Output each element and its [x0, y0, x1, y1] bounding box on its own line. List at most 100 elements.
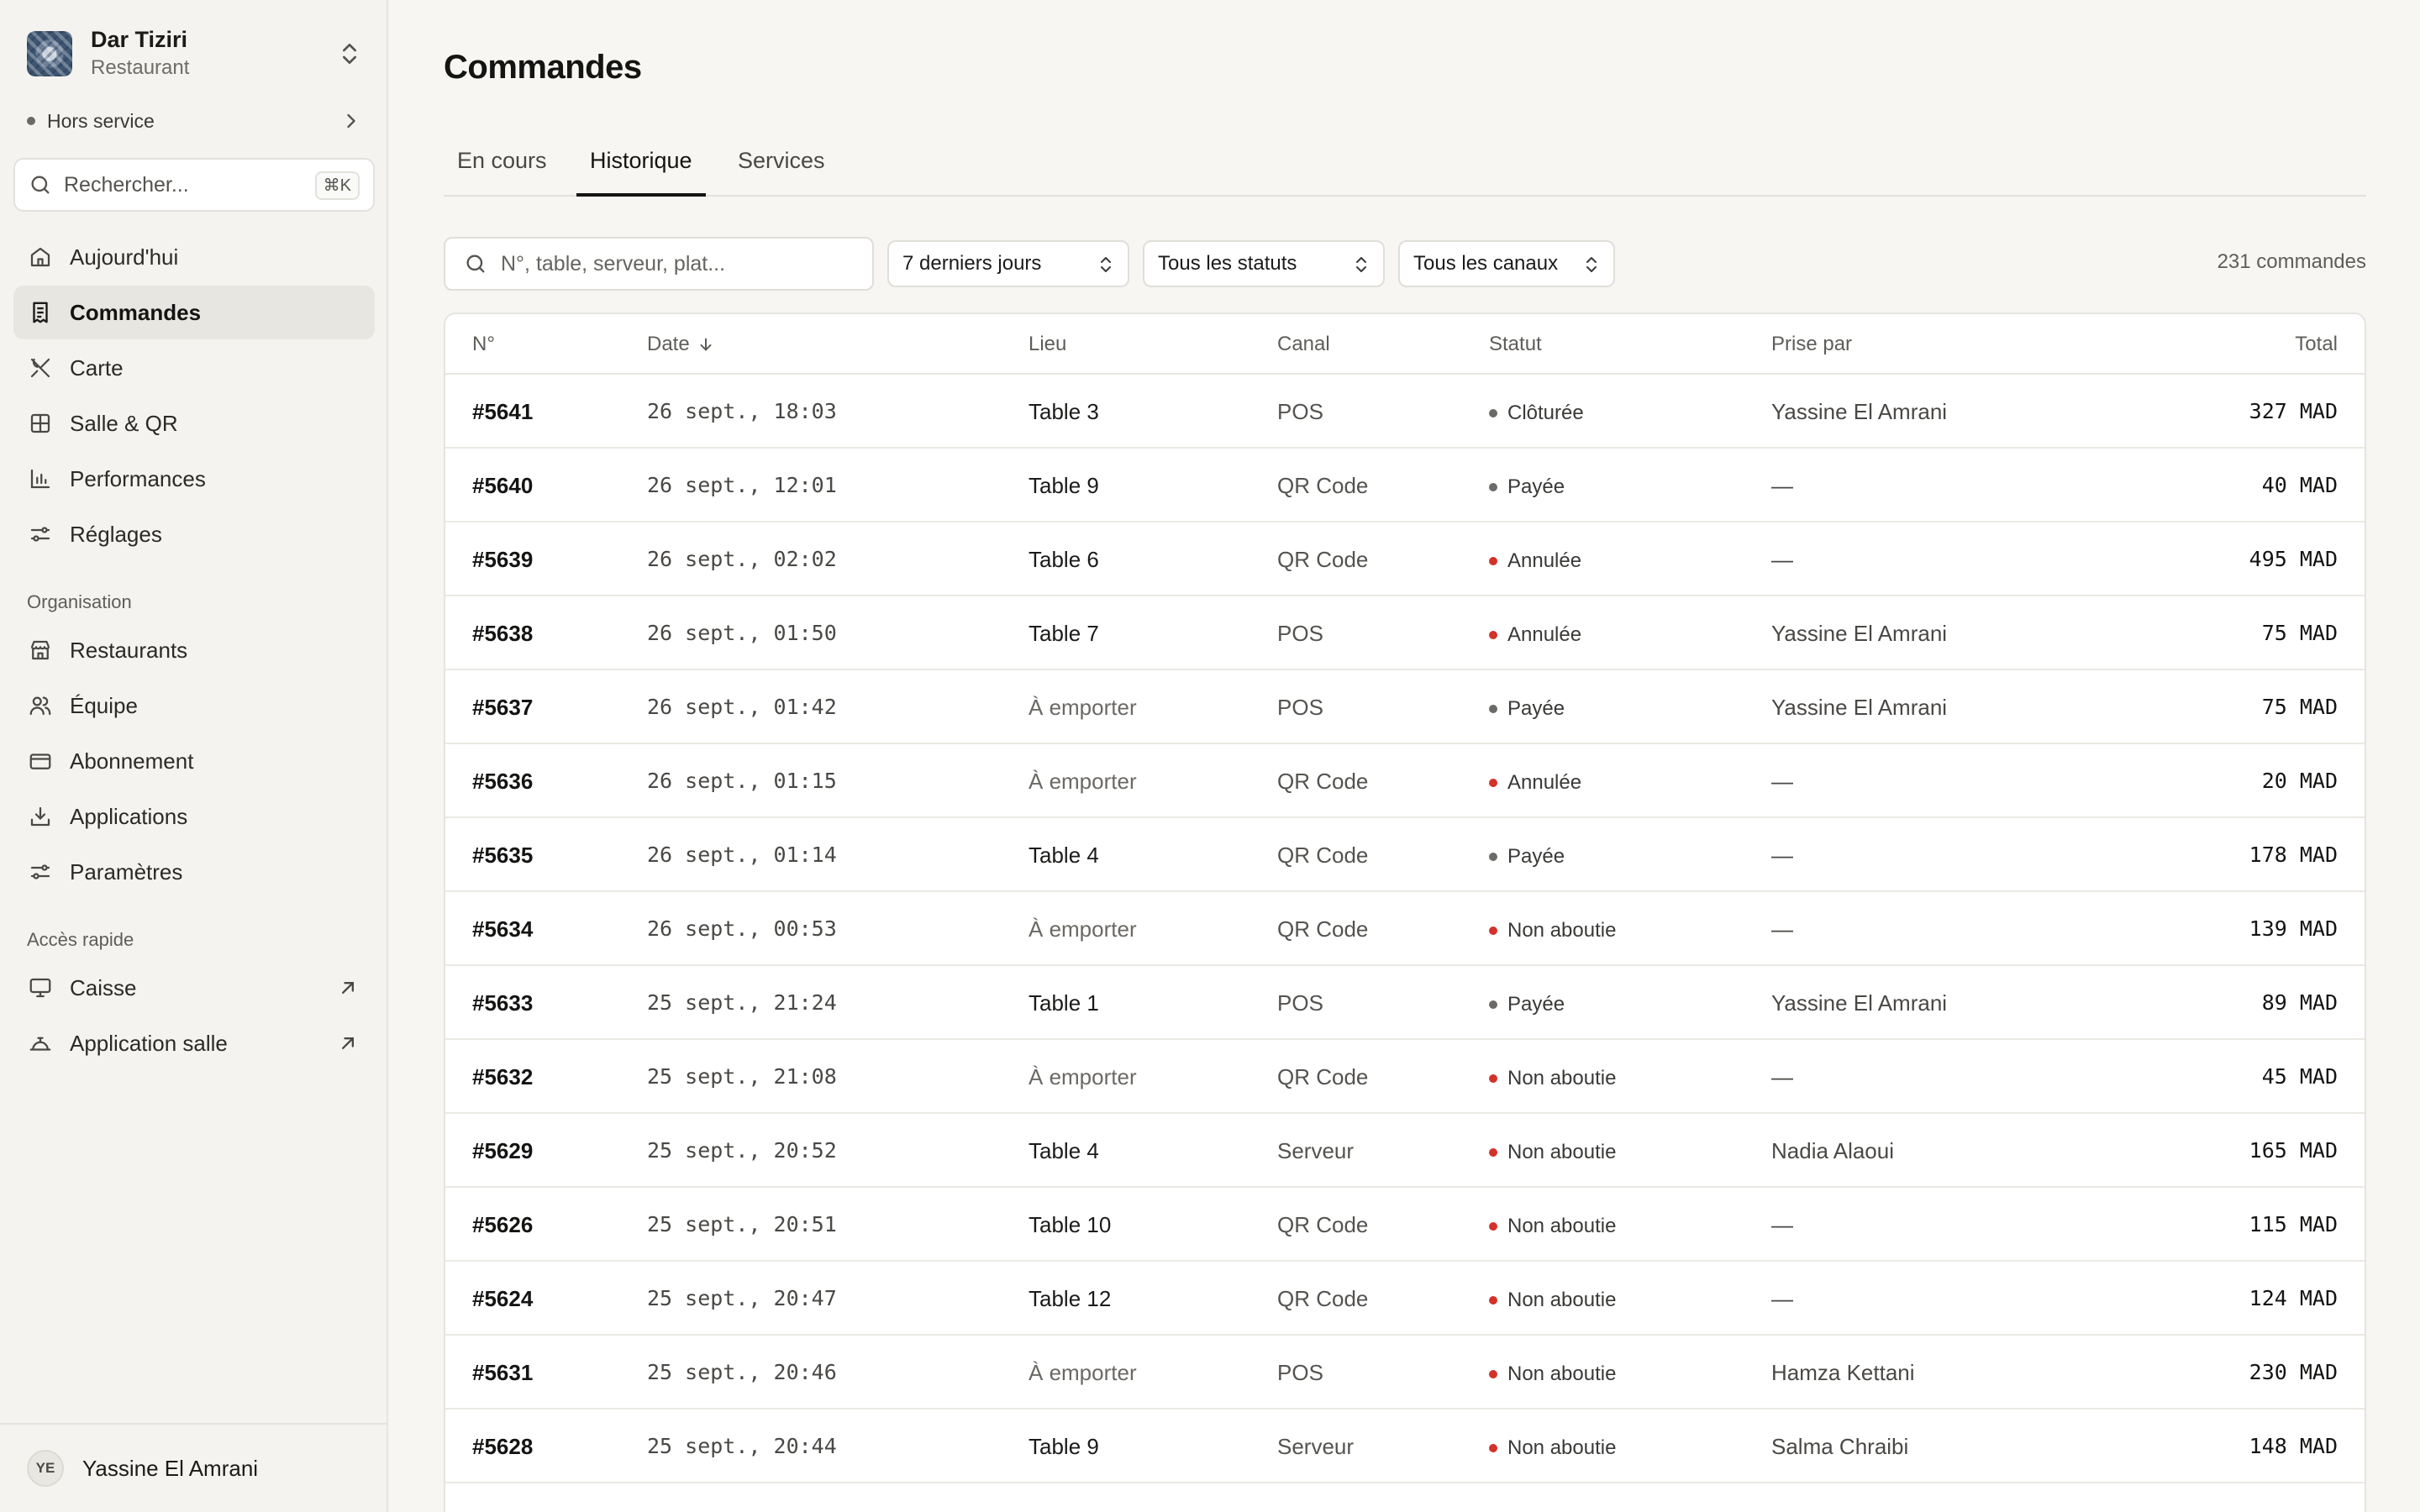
order-number: #5639	[472, 547, 534, 572]
order-channel: POS	[1277, 990, 1323, 1016]
channel-select[interactable]: Tous les canaux	[1398, 240, 1615, 287]
sidebar-item-commandes[interactable]: Commandes	[13, 286, 375, 339]
table-row[interactable]: #5631 25 sept., 20:46 À emporter POS Non abo…	[445, 1336, 2365, 1410]
tab-historique[interactable]: Historique	[576, 148, 706, 197]
order-date: 25 sept., 20:46	[647, 1360, 837, 1384]
col-header-date[interactable]: Date	[647, 333, 715, 356]
status-dot-icon	[1489, 1296, 1497, 1305]
table-row[interactable]: #5637 26 sept., 01:42 À emporter POS Payée Ya…	[445, 670, 2365, 744]
order-channel: QR Code	[1277, 916, 1369, 942]
sidebar-item-carte[interactable]: Carte	[13, 341, 375, 395]
sidebar-item-performances[interactable]: Performances	[13, 452, 375, 506]
sidebar-item-aujourdhui[interactable]: Aujourd'hui	[13, 230, 375, 284]
sidebar-item-application-salle[interactable]: Application salle	[13, 1016, 375, 1070]
sidebar-item-label: Équipe	[70, 692, 138, 718]
users-icon	[27, 692, 54, 719]
tabs: En cours Historique Services	[444, 141, 2366, 197]
order-date: 25 sept., 20:44	[647, 1434, 837, 1458]
status-badge: Non aboutie	[1489, 1287, 1616, 1314]
order-number: #5634	[472, 916, 534, 942]
search-icon	[466, 255, 485, 273]
restaurant-switcher[interactable]: Dar Tiziri Restaurant	[27, 27, 363, 79]
sidebar-item-caisse[interactable]: Caisse	[13, 961, 375, 1015]
section-label-organisation: Organisation	[27, 591, 132, 612]
order-date: 26 sept., 00:53	[647, 916, 837, 941]
chevron-right-icon	[347, 113, 355, 129]
sidebar-item-salle-qr[interactable]: Salle & QR	[13, 396, 375, 450]
period-select[interactable]: 7 derniers jours	[887, 240, 1129, 287]
status-label: Payée	[1507, 475, 1565, 498]
table-row[interactable]: #5639 26 sept., 02:02 Table 6 QR Code Annulé…	[445, 522, 2365, 596]
status-badge: Payée	[1489, 843, 1565, 870]
chevron-up-down-icon	[343, 44, 356, 64]
table-row[interactable]: #5626 25 sept., 20:51 Table 10 QR Code Non a…	[445, 1188, 2365, 1262]
orders-count: 231 commandes	[2217, 250, 2366, 273]
table-row[interactable]: #5635 26 sept., 01:14 Table 4 QR Code Payée —…	[445, 818, 2365, 892]
status-badge: Annulée	[1489, 769, 1581, 796]
sidebar-item-reglages[interactable]: Réglages	[13, 507, 375, 561]
order-location: À emporter	[1028, 695, 1137, 720]
col-header-prise[interactable]: Prise par	[1771, 333, 1852, 356]
status-badge: Non aboutie	[1489, 917, 1616, 944]
sidebar-item-abonnement[interactable]: Abonnement	[13, 734, 375, 788]
table-row[interactable]: #5636 26 sept., 01:15 À emporter QR Code Ann…	[445, 744, 2365, 818]
order-number: #5631	[472, 1360, 534, 1385]
order-location: Table 12	[1028, 1286, 1112, 1311]
status-dot-icon	[1489, 1074, 1497, 1083]
tab-en-cours[interactable]: En cours	[444, 148, 560, 197]
bar-chart-icon	[27, 465, 54, 492]
col-header-canal[interactable]: Canal	[1277, 333, 1330, 356]
table-row[interactable]: #5632 25 sept., 21:08 À emporter QR Code Non…	[445, 1040, 2365, 1114]
sidebar-item-applications[interactable]: Applications	[13, 790, 375, 843]
order-channel: Serveur	[1277, 1138, 1355, 1163]
sidebar: Dar Tiziri Restaurant Hors service Reche…	[0, 0, 388, 1512]
table-row[interactable]: #5640 26 sept., 12:01 Table 9 QR Code Payée —…	[445, 449, 2365, 522]
status-dot-icon	[1489, 705, 1497, 713]
order-location: Table 7	[1028, 621, 1099, 646]
orders-search-input[interactable]: N°, table, serveur, plat...	[444, 237, 874, 291]
receipt-icon	[27, 299, 54, 326]
sidebar-search[interactable]: Rechercher... ⌘K	[13, 158, 375, 212]
status-dot-icon	[1489, 1000, 1497, 1009]
external-link-icon	[342, 982, 354, 994]
sidebar-item-equipe[interactable]: Équipe	[13, 679, 375, 732]
status-label: Payée	[1507, 845, 1565, 868]
user-name: Yassine El Amrani	[82, 1455, 259, 1481]
table-row[interactable]: #5641 26 sept., 18:03 Table 3 POS Clôturée Ya…	[445, 375, 2365, 449]
order-number: #5640	[472, 473, 534, 498]
store-icon	[27, 637, 54, 664]
chevron-up-down-icon	[1586, 257, 1597, 272]
col-header-statut[interactable]: Statut	[1489, 333, 1542, 356]
sidebar-item-restaurants[interactable]: Restaurants	[13, 623, 375, 677]
status-select[interactable]: Tous les statuts	[1143, 240, 1385, 287]
table-row[interactable]: #5633 25 sept., 21:24 Table 1 POS Payée Yassi…	[445, 966, 2365, 1040]
order-taken-by: —	[1771, 1286, 1793, 1311]
status-label: Payée	[1507, 697, 1565, 720]
sidebar-item-label: Performances	[70, 465, 206, 491]
chevron-up-down-icon	[1356, 257, 1366, 272]
table-row[interactable]: #5629 25 sept., 20:52 Table 4 Serveur Non ab…	[445, 1114, 2365, 1188]
col-header-total[interactable]: Total	[2295, 333, 2338, 356]
order-channel: Serveur	[1277, 1434, 1355, 1459]
col-header-lieu[interactable]: Lieu	[1028, 333, 1066, 356]
table-row[interactable]: #5628 25 sept., 20:44 Table 9 Serveur Non ab…	[445, 1410, 2365, 1483]
service-status[interactable]: Hors service	[27, 106, 363, 136]
table-row[interactable]: #5624 25 sept., 20:47 Table 12 QR Code Non a…	[445, 1262, 2365, 1336]
main-content: Commandes En cours Historique Services N…	[388, 0, 2420, 1512]
table-row[interactable]: #5638 26 sept., 01:50 Table 7 POS Annulée Yas…	[445, 596, 2365, 670]
channel-select-value: Tous les canaux	[1413, 252, 1559, 275]
col-header-num[interactable]: N°	[472, 333, 495, 356]
order-location: Table 4	[1028, 843, 1099, 868]
status-badge: Annulée	[1489, 548, 1581, 575]
order-total: 115 MAD	[2249, 1212, 2338, 1236]
status-dot-icon	[1489, 631, 1497, 639]
status-select-value: Tous les statuts	[1158, 252, 1297, 275]
status-label: Annulée	[1507, 549, 1582, 572]
sidebar-item-parametres[interactable]: Paramètres	[13, 845, 375, 899]
cloche-icon	[27, 1030, 54, 1057]
tab-services[interactable]: Services	[724, 148, 839, 197]
user-menu[interactable]: YE Yassine El Amrani	[0, 1423, 388, 1512]
status-badge: Non aboutie	[1489, 1435, 1616, 1462]
col-header-date-label: Date	[647, 333, 690, 355]
table-row[interactable]: #5634 26 sept., 00:53 À emporter QR Code Non…	[445, 892, 2365, 966]
